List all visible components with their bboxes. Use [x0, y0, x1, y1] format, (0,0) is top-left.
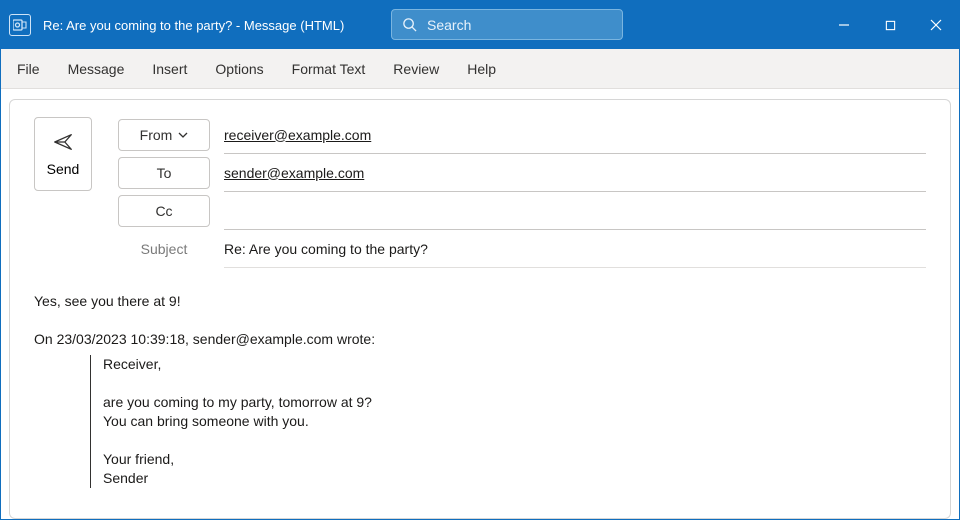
- menu-file[interactable]: File: [15, 57, 42, 81]
- search-icon: [402, 17, 417, 32]
- quote-line: are you coming to my party, tomorrow at …: [103, 393, 926, 412]
- menu-insert[interactable]: Insert: [150, 57, 189, 81]
- menu-help[interactable]: Help: [465, 57, 498, 81]
- search-box[interactable]: Search: [391, 9, 623, 40]
- to-value: sender@example.com: [224, 165, 364, 181]
- menu-message[interactable]: Message: [66, 57, 127, 81]
- to-field[interactable]: sender@example.com: [224, 154, 926, 192]
- subject-field[interactable]: Re: Are you coming to the party?: [224, 230, 926, 268]
- maximize-button[interactable]: [867, 1, 913, 49]
- send-button-label: Send: [47, 161, 80, 177]
- subject-label: Subject: [118, 233, 210, 265]
- reply-text: Yes, see you there at 9!: [34, 292, 926, 311]
- cc-button-label: Cc: [155, 203, 172, 219]
- menu-format-text[interactable]: Format Text: [290, 57, 368, 81]
- subject-value: Re: Are you coming to the party?: [224, 241, 428, 257]
- send-button[interactable]: Send: [34, 117, 92, 191]
- from-value: receiver@example.com: [224, 127, 371, 143]
- quote-line: Sender: [103, 469, 926, 488]
- quote-line: Receiver,: [103, 355, 926, 374]
- quote-line: Your friend,: [103, 450, 926, 469]
- search-placeholder: Search: [427, 17, 471, 33]
- window-controls: [821, 1, 959, 49]
- chevron-down-icon: [178, 127, 188, 143]
- message-body[interactable]: Yes, see you there at 9! On 23/03/2023 1…: [34, 292, 926, 488]
- minimize-button[interactable]: [821, 1, 867, 49]
- quote-intro: On 23/03/2023 10:39:18, sender@example.c…: [34, 330, 926, 349]
- menu-options[interactable]: Options: [213, 57, 265, 81]
- close-button[interactable]: [913, 1, 959, 49]
- quote-line: You can bring someone with you.: [103, 412, 926, 431]
- to-button[interactable]: To: [118, 157, 210, 189]
- to-button-label: To: [157, 165, 172, 181]
- window-title: Re: Are you coming to the party? - Messa…: [43, 18, 344, 33]
- send-icon: [52, 131, 74, 153]
- cc-button[interactable]: Cc: [118, 195, 210, 227]
- from-button[interactable]: From: [118, 119, 210, 151]
- from-field[interactable]: receiver@example.com: [224, 116, 926, 154]
- menu-review[interactable]: Review: [391, 57, 441, 81]
- outlook-icon: [9, 14, 31, 36]
- cc-field[interactable]: [224, 192, 926, 230]
- menu-bar: File Message Insert Options Format Text …: [1, 49, 959, 89]
- title-bar: Re: Are you coming to the party? - Messa…: [1, 1, 959, 49]
- from-button-label: From: [140, 127, 173, 143]
- compose-card: Send From receiver@example.com To sender…: [9, 99, 951, 519]
- quoted-block: Receiver, are you coming to my party, to…: [90, 355, 926, 487]
